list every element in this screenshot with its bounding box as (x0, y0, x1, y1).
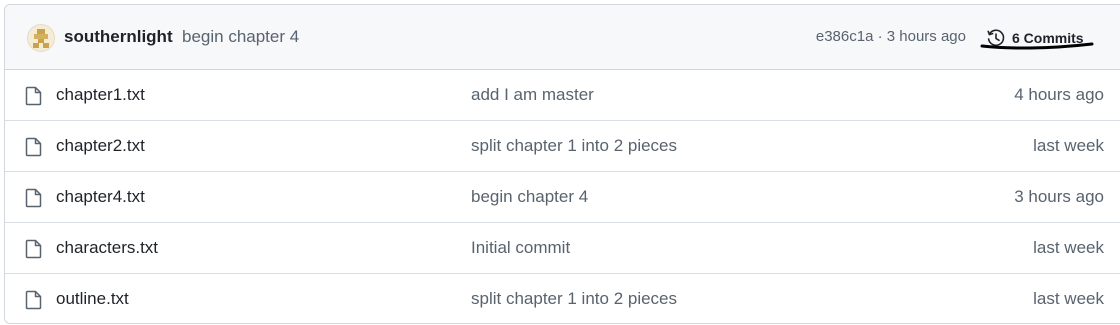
file-row-chapter2[interactable]: chapter2.txt split chapter 1 into 2 piec… (5, 121, 1120, 172)
file-name-link[interactable]: characters.txt (56, 238, 158, 258)
latest-commit-header: southernlight begin chapter 4 e386c1a · … (5, 5, 1120, 70)
file-icon (25, 86, 43, 106)
avatar[interactable] (27, 24, 55, 52)
latest-commit-message[interactable]: begin chapter 4 (182, 27, 299, 47)
file-icon (25, 188, 43, 208)
meta-separator: · (873, 28, 887, 45)
file-row-chapter4[interactable]: chapter4.txt begin chapter 4 3 hours ago (5, 172, 1120, 223)
file-icon (25, 137, 43, 157)
file-name-link[interactable]: outline.txt (56, 289, 129, 309)
commit-sha-link[interactable]: e386c1a (816, 28, 874, 45)
file-commit-time: 3 hours ago (1014, 187, 1104, 206)
file-commit-time: 4 hours ago (1014, 85, 1104, 104)
file-name-link[interactable]: chapter2.txt (56, 136, 145, 156)
file-icon (25, 239, 43, 259)
file-commit-time: last week (1033, 238, 1104, 257)
file-row-characters[interactable]: characters.txt Initial commit last week (5, 223, 1120, 274)
file-commit-message-link[interactable]: begin chapter 4 (471, 187, 588, 207)
commit-author-link[interactable]: southernlight (64, 27, 173, 47)
latest-commit-meta: e386c1a · 3 hours ago (816, 28, 966, 45)
commits-count-label: 6 Commits (1012, 30, 1084, 46)
commit-time: 3 hours ago (886, 28, 966, 45)
file-icon (25, 290, 43, 310)
history-icon (986, 28, 1006, 48)
file-browser-box: southernlight begin chapter 4 e386c1a · … (4, 4, 1120, 324)
file-commit-time: last week (1033, 136, 1104, 155)
file-commit-message-link[interactable]: split chapter 1 into 2 pieces (471, 136, 677, 156)
commits-link[interactable]: 6 Commits (986, 24, 1084, 52)
file-commit-time: last week (1033, 289, 1104, 308)
file-commit-message-link[interactable]: split chapter 1 into 2 pieces (471, 289, 677, 309)
file-name-link[interactable]: chapter4.txt (56, 187, 145, 207)
file-commit-message-link[interactable]: Initial commit (471, 238, 570, 258)
file-row-outline[interactable]: outline.txt split chapter 1 into 2 piece… (5, 274, 1120, 323)
file-name-link[interactable]: chapter1.txt (56, 85, 145, 105)
file-commit-message-link[interactable]: add I am master (471, 85, 594, 105)
file-row-chapter1[interactable]: chapter1.txt add I am master 4 hours ago (5, 70, 1120, 121)
